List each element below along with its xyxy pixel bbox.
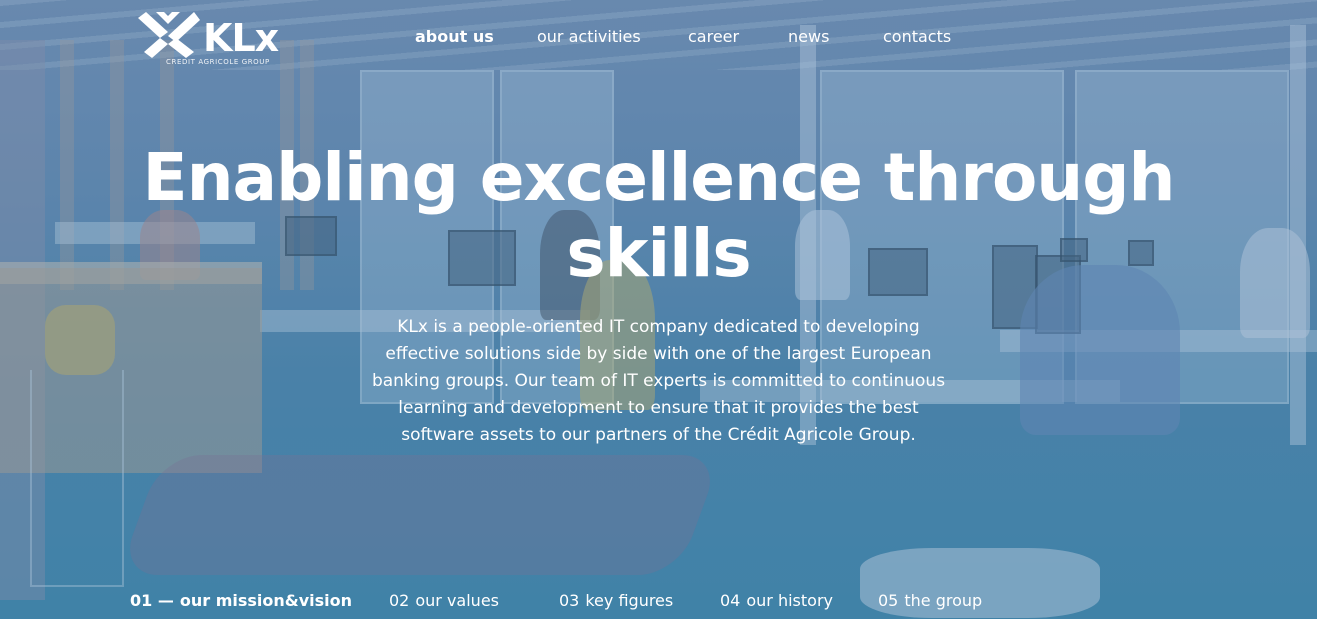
tab-number: 03 [559, 591, 580, 610]
tab-the-group[interactable]: 05 the group [878, 590, 982, 612]
section-tabs: 01 — our mission&vision 02 our values 03 ke… [0, 590, 1317, 612]
hero-title: Enabling excellence through skills [100, 140, 1217, 292]
tab-number: 02 [389, 591, 410, 610]
tab-our-history[interactable]: 04 our history [720, 590, 833, 612]
tab-label: our mission&vision [179, 591, 353, 610]
tab-number: 01 — [130, 591, 174, 610]
hero-title-line2: skills [566, 215, 751, 292]
nav-news[interactable]: news [788, 26, 829, 48]
tab-mission-vision[interactable]: 01 — our mission&vision [130, 590, 352, 612]
brand-subtitle: CREDIT AGRICOLE GROUP [166, 58, 270, 66]
nav-contacts[interactable]: contacts [883, 26, 951, 48]
hero-background-photo [0, 0, 1317, 619]
main-navigation: about us our activities career news cont… [0, 26, 1317, 48]
tab-number: 04 [720, 591, 741, 610]
nav-about-us[interactable]: about us [415, 26, 494, 48]
tab-number: 05 [878, 591, 899, 610]
hero-title-line1: Enabling excellence through [142, 139, 1175, 216]
tab-our-values[interactable]: 02 our values [389, 590, 499, 612]
tab-label: our history [746, 591, 833, 610]
color-overlay [0, 0, 1317, 619]
nav-career[interactable]: career [688, 26, 739, 48]
hero-description: KLx is a people-oriented IT company dedi… [371, 317, 946, 445]
tab-label: key figures [585, 591, 674, 610]
tab-label: our values [415, 591, 499, 610]
tab-key-figures[interactable]: 03 key figures [559, 590, 673, 612]
tab-label: the group [904, 591, 983, 610]
nav-our-activities[interactable]: our activities [537, 26, 641, 48]
